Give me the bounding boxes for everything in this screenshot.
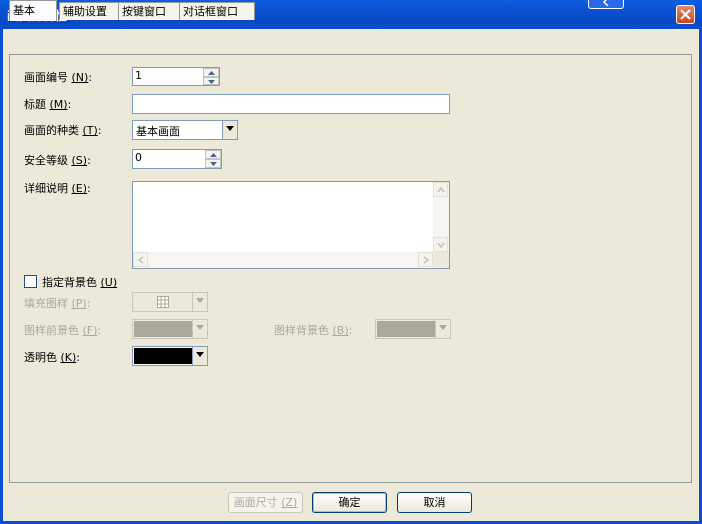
- dropdown-button[interactable]: [192, 347, 207, 365]
- dropdown-button[interactable]: [222, 121, 237, 139]
- color-swatch: [377, 321, 435, 337]
- screen-number-label: 画面编号 (N):: [24, 71, 93, 84]
- pattern-grid-icon: [157, 296, 169, 308]
- spin-down-icon: [208, 79, 215, 84]
- transparent-color-select[interactable]: [132, 346, 208, 366]
- scroll-down-button[interactable]: [433, 237, 448, 252]
- scroll-corner: [433, 252, 449, 268]
- tab-basic[interactable]: 基本: [9, 0, 57, 21]
- spin-down-icon: [210, 162, 217, 166]
- collapse-tab[interactable]: [588, 0, 624, 9]
- horizontal-scrollbar[interactable]: [133, 252, 433, 268]
- scroll-down-icon: [437, 242, 445, 249]
- scroll-right-icon: [423, 256, 430, 264]
- bg-color-checkbox[interactable]: [24, 275, 37, 288]
- transparent-color-label: 透明色 (K):: [24, 351, 81, 364]
- scroll-left-icon: [137, 256, 144, 264]
- scroll-right-button[interactable]: [418, 252, 433, 267]
- screen-type-label: 画面的种类 (T):: [24, 124, 102, 137]
- scroll-up-icon: [437, 186, 445, 193]
- tab-aux-settings[interactable]: 辅助设置: [59, 2, 120, 20]
- tab-dialog-window[interactable]: 对话框窗口: [179, 2, 255, 20]
- spin-up-button[interactable]: [205, 150, 221, 159]
- pattern-fg-label: 图样前景色 (F):: [24, 324, 102, 337]
- chevron-left-icon: [602, 0, 609, 6]
- spin-down-button[interactable]: [203, 76, 219, 85]
- dropdown-arrow-icon: [196, 298, 204, 303]
- screen-number-spinner[interactable]: [203, 68, 219, 85]
- pattern-bg-label: 图样背景色 (B):: [274, 324, 353, 337]
- pattern-bg-select[interactable]: [375, 319, 451, 339]
- close-icon: [680, 9, 691, 20]
- title-field[interactable]: [132, 94, 450, 114]
- security-level-label: 安全等级 (S):: [24, 154, 91, 167]
- description-label: 详细说明 (E):: [24, 182, 91, 195]
- cancel-button[interactable]: 取消: [397, 492, 472, 513]
- spin-up-icon: [210, 153, 217, 157]
- dropdown-arrow-icon: [196, 352, 204, 357]
- close-button[interactable]: [676, 5, 695, 24]
- screen-type-select[interactable]: 基本画面: [132, 120, 238, 140]
- color-swatch: [134, 348, 192, 364]
- dropdown-arrow-icon: [226, 126, 234, 131]
- vertical-scrollbar[interactable]: [433, 182, 449, 252]
- description-textarea[interactable]: [132, 181, 450, 269]
- dropdown-button[interactable]: [192, 293, 207, 311]
- scroll-up-button[interactable]: [433, 182, 448, 197]
- window-frame-left: [0, 29, 3, 524]
- spin-down-button[interactable]: [205, 159, 221, 168]
- tab-key-window[interactable]: 按键窗口: [118, 2, 182, 20]
- dropdown-button[interactable]: [192, 320, 207, 338]
- fill-pattern-select[interactable]: [132, 292, 208, 312]
- screen-size-button[interactable]: 画面尺寸 (Z): [228, 492, 303, 513]
- dropdown-arrow-icon: [196, 325, 204, 330]
- title-label: 标题 (M):: [24, 98, 72, 111]
- dropdown-arrow-icon: [439, 325, 447, 330]
- scroll-left-button[interactable]: [133, 252, 148, 267]
- spin-up-button[interactable]: [203, 68, 219, 77]
- dropdown-button[interactable]: [435, 320, 450, 338]
- color-swatch: [134, 321, 192, 337]
- bg-color-label: 指定背景色 (U): [42, 276, 118, 289]
- fill-pattern-label: 填充图样 (P):: [24, 297, 91, 310]
- pattern-fg-select[interactable]: [132, 319, 208, 339]
- ok-button[interactable]: 确定: [312, 492, 387, 513]
- spin-up-icon: [208, 71, 215, 75]
- security-level-spinner[interactable]: [205, 150, 221, 168]
